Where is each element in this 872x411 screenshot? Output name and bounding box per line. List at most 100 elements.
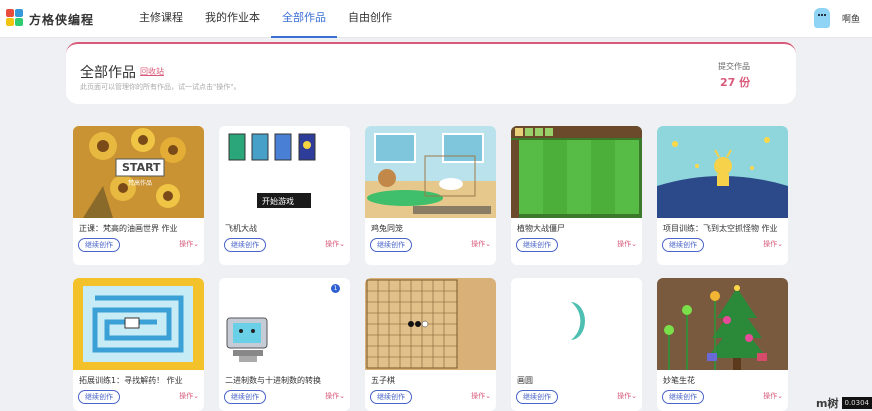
nav-item-free-create[interactable]: 自由创作 <box>337 0 403 38</box>
watermark-logo: m树 <box>816 397 839 410</box>
work-title: 植物大战僵尸 <box>517 224 565 233</box>
work-card[interactable]: 鸡兔同笼 继续创作 操作⌄ <box>365 126 496 265</box>
user-menu[interactable]: 啊鱼 <box>813 8 860 28</box>
plants-vs-zombies-image <box>511 126 642 218</box>
username[interactable]: 啊鱼 <box>842 12 860 25</box>
notification-badge: 1 <box>331 284 340 293</box>
avatar[interactable] <box>813 8 830 28</box>
continue-create-button[interactable]: 继续创作 <box>224 390 266 404</box>
submit-works-label: 提交作品 <box>718 62 750 71</box>
operations-label: 操作 <box>325 240 340 248</box>
work-card[interactable]: 项目训练：飞到太空抓怪物 作业 继续创作 操作⌄ <box>657 126 788 265</box>
start-sublabel: 梵高作品 <box>128 180 153 187</box>
work-thumbnail[interactable]: START 梵高作品 <box>73 126 204 218</box>
work-title: 飞机大战 <box>225 224 257 233</box>
work-card[interactable]: 拓展训练1：寻找解药！ 作业 继续创作 操作⌄ <box>73 278 204 411</box>
continue-create-button[interactable]: 继续创作 <box>78 238 120 252</box>
continue-create-button[interactable]: 继续创作 <box>78 390 120 404</box>
operations-label: 操作 <box>471 240 486 248</box>
work-card[interactable]: 五子棋 继续创作 操作⌄ <box>365 278 496 411</box>
logo-text: 方格侠编程 <box>29 12 95 27</box>
operations-dropdown[interactable]: 操作⌄ <box>325 391 345 401</box>
operations-dropdown[interactable]: 操作⌄ <box>179 239 199 249</box>
work-title: 画圆 <box>517 376 533 385</box>
work-thumbnail[interactable] <box>73 278 204 370</box>
operations-label: 操作 <box>763 392 778 400</box>
chevron-down-icon: ⌄ <box>339 240 345 248</box>
game-start-label: 开始游戏 <box>262 197 294 206</box>
operations-dropdown[interactable]: 操作⌄ <box>179 391 199 401</box>
maze-image <box>73 278 204 370</box>
operations-label: 操作 <box>179 240 194 248</box>
work-card[interactable]: 开始游戏 飞机大战 继续创作 操作⌄ <box>219 126 350 265</box>
logo-icon <box>6 9 24 29</box>
operations-dropdown[interactable]: 操作⌄ <box>617 391 637 401</box>
chicken-rabbit-image <box>365 126 496 218</box>
chevron-down-icon: ⌄ <box>193 240 199 248</box>
work-title: 拓展训练1：寻找解药！ 作业 <box>79 376 183 385</box>
work-title: 正课：梵高的油画世界 作业 <box>79 224 178 233</box>
flower-tree-image <box>657 278 788 370</box>
chevron-down-icon: ⌄ <box>193 392 199 400</box>
work-title: 五子棋 <box>371 376 395 385</box>
chevron-down-icon: ⌄ <box>631 392 637 400</box>
page-title: 全部作品 <box>80 65 136 81</box>
nav-item-main-course[interactable]: 主修课程 <box>128 0 194 38</box>
operations-label: 操作 <box>617 240 632 248</box>
chevron-down-icon: ⌄ <box>777 392 783 400</box>
operations-dropdown[interactable]: 操作⌄ <box>471 239 491 249</box>
continue-create-button[interactable]: 继续创作 <box>370 390 412 404</box>
work-thumbnail[interactable]: 1 <box>219 278 350 370</box>
chevron-down-icon: ⌄ <box>631 240 637 248</box>
continue-create-button[interactable]: 继续创作 <box>224 238 266 252</box>
operations-dropdown[interactable]: 操作⌄ <box>763 391 783 401</box>
work-thumbnail[interactable] <box>365 126 496 218</box>
work-thumbnail[interactable] <box>511 126 642 218</box>
page-subtitle: 此页面可以管理你的所有作品，试一试点击"操作"。 <box>80 83 241 91</box>
work-card[interactable]: 妙笔生花 继续创作 操作⌄ <box>657 278 788 411</box>
operations-label: 操作 <box>325 392 340 400</box>
nav-item-all-works[interactable]: 全部作品 <box>271 0 337 38</box>
work-thumbnail[interactable]: 开始游戏 <box>219 126 350 218</box>
operations-dropdown[interactable]: 操作⌄ <box>617 239 637 249</box>
main-nav: 主修课程 我的作业本 全部作品 自由创作 <box>128 0 403 38</box>
continue-create-button[interactable]: 继续创作 <box>662 390 704 404</box>
work-thumbnail[interactable] <box>657 278 788 370</box>
space-monster-image <box>657 126 788 218</box>
recycle-bin-link[interactable]: 回收站 <box>140 66 164 77</box>
operations-label: 操作 <box>179 392 194 400</box>
work-title: 妙笔生花 <box>663 376 695 385</box>
nav-item-homework[interactable]: 我的作业本 <box>194 0 271 38</box>
chevron-down-icon: ⌄ <box>485 392 491 400</box>
watermark: m树 0.0304 <box>816 395 872 411</box>
gomoku-board-image <box>365 278 496 370</box>
operations-dropdown[interactable]: 操作⌄ <box>325 239 345 249</box>
chevron-down-icon: ⌄ <box>339 392 345 400</box>
work-card[interactable]: START 梵高作品 正课：梵高的油画世界 作业 继续创作 操作⌄ <box>73 126 204 265</box>
circle-drawing-image <box>571 302 585 340</box>
operations-dropdown[interactable]: 操作⌄ <box>763 239 783 249</box>
chevron-down-icon: ⌄ <box>485 240 491 248</box>
work-thumbnail[interactable] <box>657 126 788 218</box>
continue-create-button[interactable]: 继续创作 <box>516 238 558 252</box>
submit-works-count: 27 份 <box>720 76 751 89</box>
work-title: 鸡兔同笼 <box>371 224 403 233</box>
work-title: 项目训练：飞到太空抓怪物 作业 <box>663 224 778 233</box>
app-logo[interactable]: 方格侠编程 <box>6 9 94 29</box>
work-title: 二进制数与十进制数的转换 <box>225 376 321 385</box>
continue-create-button[interactable]: 继续创作 <box>516 390 558 404</box>
start-label: START <box>122 161 161 174</box>
operations-label: 操作 <box>471 392 486 400</box>
work-card[interactable]: 画圆 继续创作 操作⌄ <box>511 278 642 411</box>
work-card[interactable]: 1 二进制数与十进制数的转换 继续创作 操作⌄ <box>219 278 350 411</box>
work-thumbnail[interactable] <box>365 278 496 370</box>
work-thumbnail[interactable] <box>511 278 642 370</box>
continue-create-button[interactable]: 继续创作 <box>662 238 704 252</box>
operations-label: 操作 <box>617 392 632 400</box>
continue-create-button[interactable]: 继续创作 <box>370 238 412 252</box>
computer-mascot-image <box>226 317 268 362</box>
work-card[interactable]: 植物大战僵尸 继续创作 操作⌄ <box>511 126 642 265</box>
operations-dropdown[interactable]: 操作⌄ <box>471 391 491 401</box>
watermark-code: 0.0304 <box>841 397 872 409</box>
page-header-card: 全部作品 回收站 此页面可以管理你的所有作品，试一试点击"操作"。 提交作品 2… <box>66 42 796 104</box>
